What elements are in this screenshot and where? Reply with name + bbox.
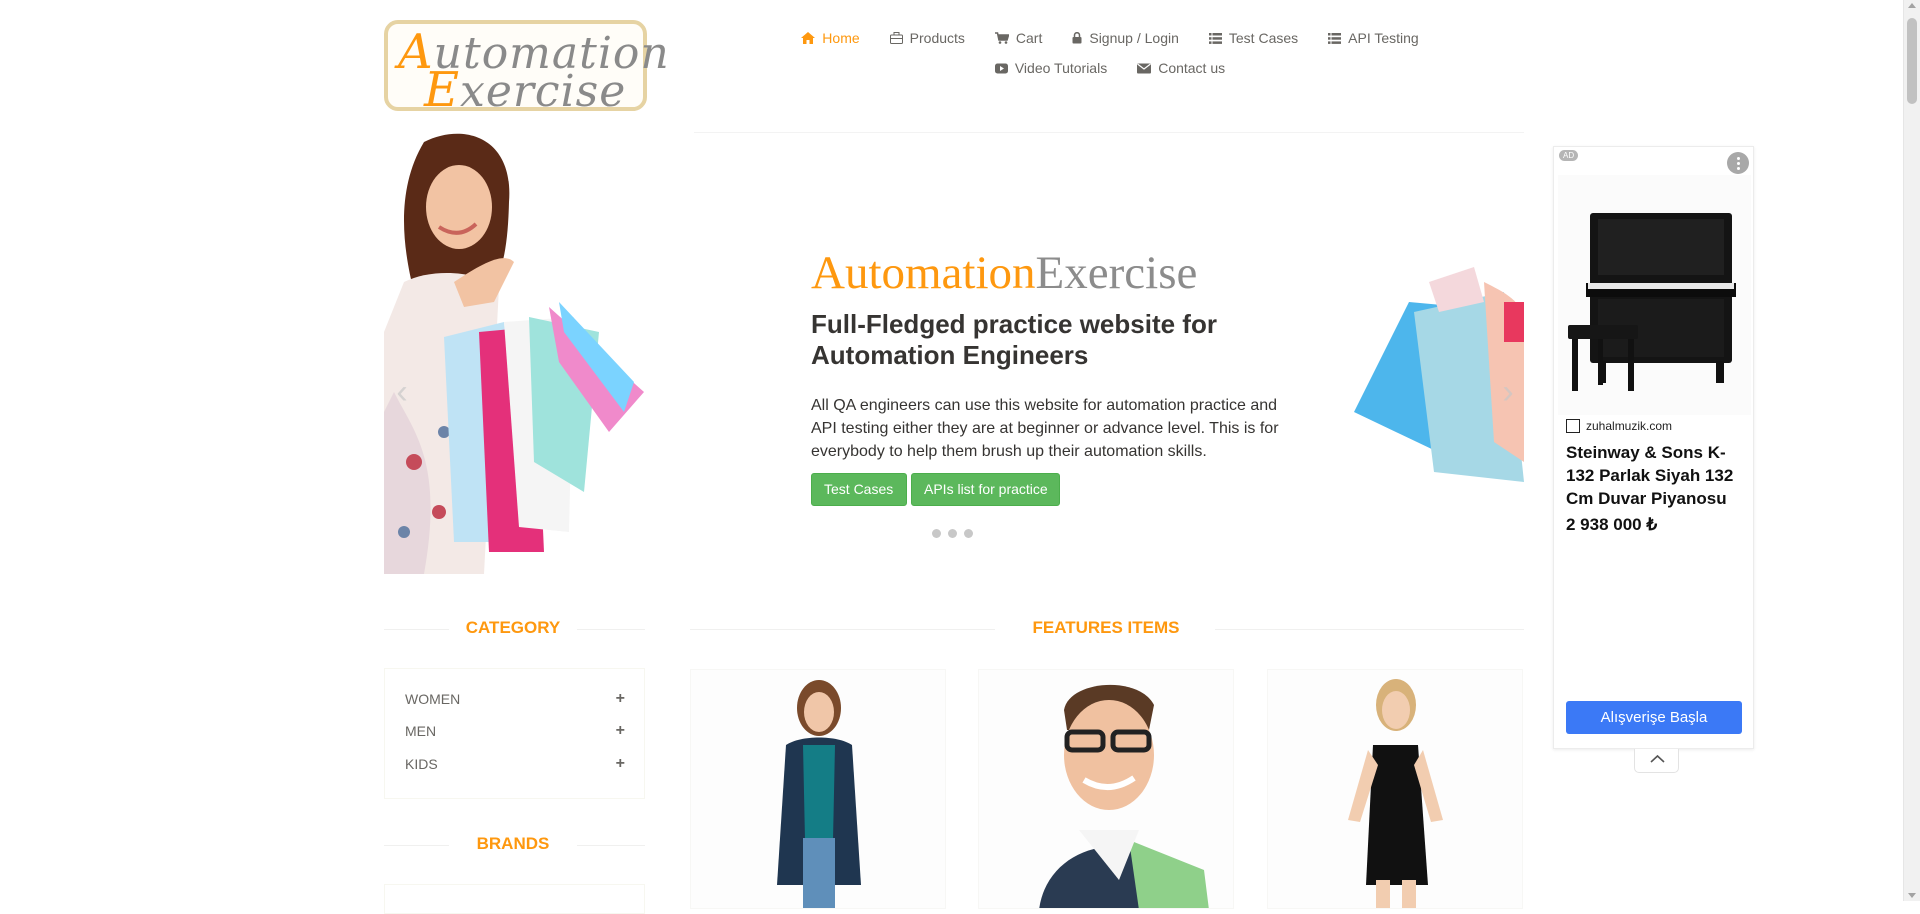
- nav-api-testing[interactable]: API Testing: [1313, 28, 1434, 48]
- ad-collapse-button[interactable]: [1634, 749, 1679, 773]
- nav-signup-login-label: Signup / Login: [1089, 30, 1179, 46]
- nav-signup-login[interactable]: Signup / Login: [1057, 28, 1194, 48]
- page-scrollbar[interactable]: [1903, 0, 1920, 901]
- product-card: [1267, 669, 1523, 909]
- lock-icon: [1072, 32, 1082, 44]
- slider-next-arrow[interactable]: ›: [1496, 372, 1520, 412]
- test-cases-button[interactable]: Test Cases: [811, 473, 907, 506]
- slider-dot[interactable]: [948, 529, 957, 538]
- nav-home-label: Home: [822, 30, 860, 46]
- scroll-down-arrow[interactable]: [1908, 893, 1916, 898]
- nav-products-label: Products: [909, 30, 965, 46]
- nav-api-testing-label: API Testing: [1348, 30, 1419, 46]
- plus-icon[interactable]: +: [616, 755, 625, 773]
- cart-icon: [994, 32, 1009, 44]
- ad-badge: AD: [1559, 150, 1579, 161]
- nav-home[interactable]: Home: [786, 28, 874, 48]
- product-card: [690, 669, 946, 909]
- nav-video-tutorials[interactable]: Video Tutorials: [980, 58, 1122, 78]
- nav-row-1: Home Products Cart Signup / Login Test C…: [780, 28, 1440, 48]
- plus-icon[interactable]: +: [616, 690, 625, 708]
- ad-piano-image: [1558, 175, 1751, 415]
- youtube-play-icon: [994, 63, 1008, 74]
- brands-panel: [384, 884, 645, 914]
- nav-contact-us[interactable]: Contact us: [1122, 58, 1240, 78]
- scroll-up-arrow[interactable]: [1908, 3, 1916, 8]
- category-kids[interactable]: KIDS +: [405, 753, 625, 775]
- nav-test-cases-label: Test Cases: [1228, 30, 1299, 46]
- brands-title: BRANDS: [476, 834, 550, 853]
- category-title-line-right: [577, 629, 645, 630]
- scroll-thumb[interactable]: [1907, 18, 1917, 104]
- more-vertical-icon[interactable]: [1727, 152, 1749, 174]
- nav-test-cases[interactable]: Test Cases: [1194, 28, 1313, 48]
- chevron-up-icon: [1650, 754, 1665, 763]
- hero-description: All QA engineers can use this website fo…: [811, 397, 1279, 460]
- nav-video-tutorials-label: Video Tutorials: [1014, 60, 1108, 76]
- category-label: WOMEN: [405, 691, 461, 707]
- features-title-line-left: [690, 629, 995, 630]
- slider-dot[interactable]: [932, 529, 941, 538]
- main-nav: Home Products Cart Signup / Login Test C…: [780, 28, 1440, 78]
- product-card: [978, 669, 1234, 909]
- nav-cart[interactable]: Cart: [980, 28, 1057, 48]
- brands-title-line-left: [384, 845, 449, 846]
- ad-domain-row: zuhalmuzik.com: [1566, 419, 1672, 433]
- category-women[interactable]: WOMEN +: [405, 688, 625, 710]
- category-label: MEN: [405, 723, 437, 739]
- briefcase-icon: [889, 32, 903, 44]
- category-title: CATEGORY: [465, 618, 561, 637]
- logo-line-2: Exercise: [424, 62, 627, 118]
- nav-contact-us-label: Contact us: [1158, 60, 1226, 76]
- hero-brand: AutomationExercise: [811, 247, 1198, 299]
- ad-banner[interactable]: AD zuhalmuzik.com Steinway & Sons K-132 …: [1553, 146, 1754, 749]
- slider-dot[interactable]: [964, 529, 973, 538]
- product-image: [979, 670, 1233, 908]
- category-men[interactable]: MEN +: [405, 720, 625, 742]
- category-panel: WOMEN + MEN + KIDS +: [384, 668, 645, 799]
- hero-title: Full-Fledged practice website for Automa…: [811, 309, 1217, 370]
- features-title-line-right: [1215, 629, 1524, 630]
- nav-row-2: Video Tutorials Contact us: [780, 58, 1440, 78]
- hero-girl-image: [384, 132, 694, 574]
- envelope-icon: [1137, 63, 1152, 74]
- home-icon: [801, 32, 816, 44]
- list-icon: [1208, 32, 1222, 44]
- slider-prev-arrow[interactable]: ‹: [390, 372, 414, 412]
- category-label: KIDS: [405, 756, 438, 772]
- ad-shop-button[interactable]: Alışverişe Başla: [1566, 701, 1742, 734]
- slider-indicators: [932, 529, 973, 538]
- brands-title-line-right: [577, 845, 645, 846]
- zuhal-logo-icon: [1566, 419, 1580, 433]
- features-title: FEATURES ITEMS: [1032, 618, 1180, 637]
- nav-products[interactable]: Products: [875, 28, 980, 48]
- product-image: [691, 670, 945, 908]
- ad-title[interactable]: Steinway & Sons K-132 Parlak Siyah 132 C…: [1566, 441, 1746, 510]
- ad-price: 2 938 000 ₺: [1566, 515, 1658, 534]
- apis-list-button[interactable]: APIs list for practice: [911, 473, 1060, 506]
- product-image: [1268, 670, 1522, 908]
- plus-icon[interactable]: +: [616, 722, 625, 740]
- ad-domain: zuhalmuzik.com: [1586, 419, 1673, 433]
- list-icon: [1328, 32, 1342, 44]
- category-title-line-left: [384, 629, 449, 630]
- site-logo[interactable]: Automation Exercise: [384, 20, 669, 118]
- nav-cart-label: Cart: [1015, 30, 1043, 46]
